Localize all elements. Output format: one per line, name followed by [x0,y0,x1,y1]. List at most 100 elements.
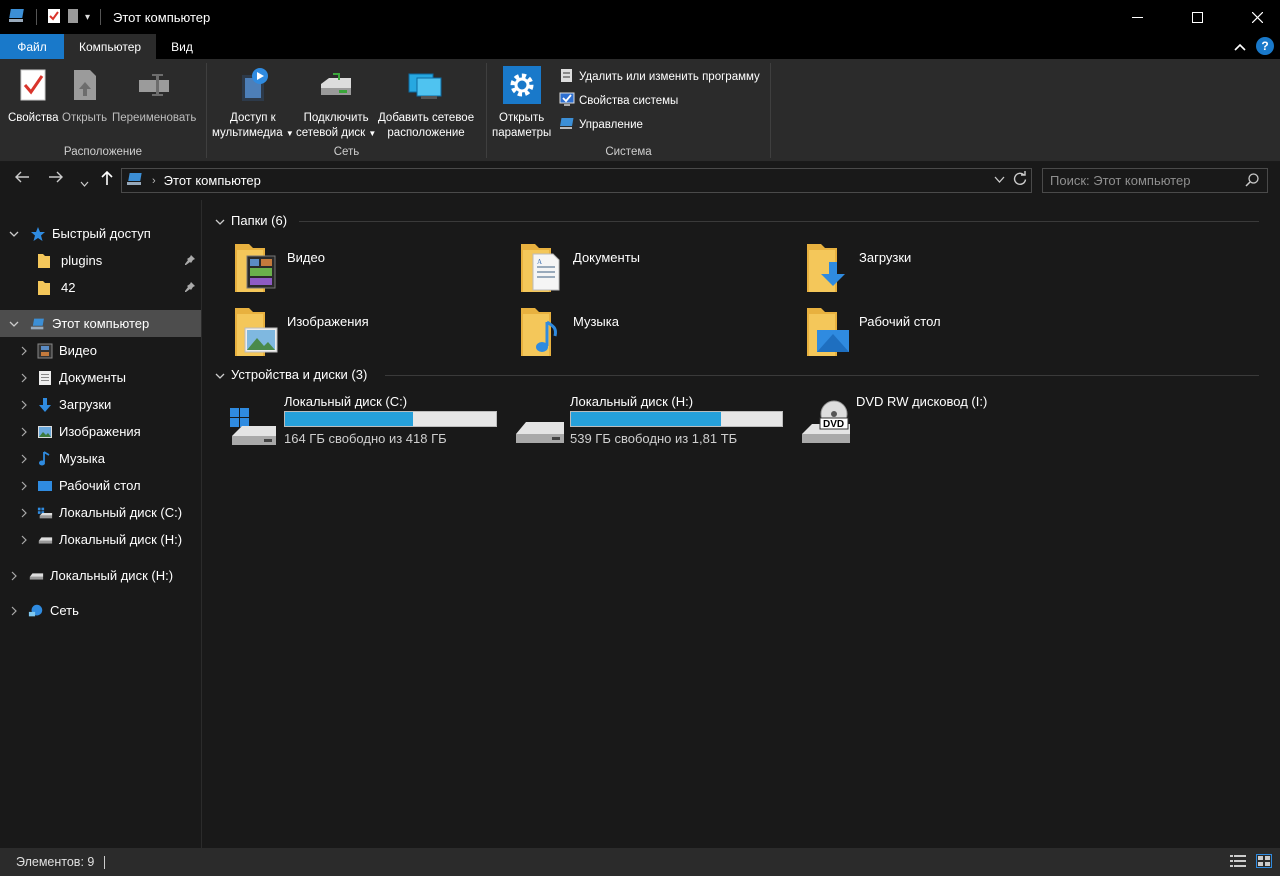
media-access-button[interactable]: Доступ к мультимедиа ▼ [212,65,294,141]
new-folder-icon[interactable] [67,8,79,27]
sidebar-item-drive-h[interactable]: Локальный диск (H:) [0,526,201,553]
folder-tile-pictures[interactable]: Изображения [231,304,369,360]
chevron-down-icon[interactable] [8,228,20,240]
pin-icon[interactable] [184,254,196,269]
ribbon: Свойства Открыть Переименовать Расположе… [0,59,1280,162]
folder-tile-music[interactable]: Музыка [517,304,619,360]
maximize-button[interactable] [1174,0,1220,34]
tab-view[interactable]: Вид [156,34,208,59]
system-properties-button[interactable]: Свойства системы [559,91,678,110]
uninstall-icon [559,67,575,86]
chevron-right-icon[interactable] [18,399,30,411]
drive-h-icon [37,532,53,548]
drive-tile-c[interactable]: Локальный диск (C:) 164 ГБ свободно из 4… [228,394,497,446]
breadcrumb-separator-icon[interactable]: › [152,175,156,187]
content-pane: Папки (6) Видео A Документы Загрузки Изо… [203,200,1280,848]
details-view-icon[interactable] [1230,854,1246,871]
sidebar-item-quick-access[interactable]: Быстрый доступ [0,220,201,247]
section-devices[interactable]: Устройства и диски (3) [215,367,367,382]
manage-icon [559,115,575,134]
downloads-folder-icon [37,397,53,413]
chevron-down-icon[interactable] [8,318,20,330]
add-network-location-button[interactable]: Добавить сетевое расположение [378,65,474,141]
open-button[interactable]: Открыть [62,65,107,126]
collapse-ribbon-icon[interactable] [1234,39,1246,54]
video-folder-icon [231,240,279,296]
dvd-logo-text: DVD [823,419,844,430]
folder-tile-documents[interactable]: A Документы [517,240,640,296]
folder-tile-video[interactable]: Видео [231,240,325,296]
sidebar-item-documents[interactable]: Документы [0,364,201,391]
chevron-down-icon[interactable] [215,213,225,228]
desktop-folder-icon [803,304,851,360]
section-folders[interactable]: Папки (6) [215,213,287,228]
map-drive-button[interactable]: Подключить сетевой диск ▼ [296,65,376,141]
pictures-folder-icon [37,424,53,440]
properties-button[interactable]: Свойства [8,65,59,126]
help-button[interactable]: ? [1256,37,1274,55]
chevron-right-icon[interactable] [18,372,30,384]
up-button[interactable] [100,170,114,191]
pin-icon[interactable] [184,281,196,296]
search-input[interactable] [1050,173,1240,188]
properties-icon[interactable] [47,8,61,27]
sidebar-item-music[interactable]: Музыка [0,445,201,472]
tab-computer[interactable]: Компьютер [64,34,157,59]
svg-text:A: A [537,258,542,266]
tiles-view-icon[interactable] [1256,854,1272,871]
chevron-down-icon: ▼ [285,129,294,138]
open-settings-button[interactable]: Открыть параметры [492,65,551,141]
chevron-right-icon[interactable] [18,480,30,492]
back-button[interactable] [14,170,30,189]
folder-tile-downloads[interactable]: Загрузки [803,240,911,296]
item-count: Элементов: 9 [16,855,95,869]
chevron-right-icon[interactable] [18,507,30,519]
sidebar-item-removable-drive-h[interactable]: Локальный диск (H:) [0,562,201,589]
sidebar-item-plugins[interactable]: plugins [0,247,201,274]
close-button[interactable] [1234,0,1280,34]
chevron-right-icon[interactable] [18,453,30,465]
music-folder-icon [37,450,53,467]
group-label-network: Сеть [333,146,360,158]
folder-icon [36,280,52,296]
sidebar-item-video[interactable]: Видео [0,337,201,364]
chevron-right-icon[interactable] [8,605,20,617]
manage-button[interactable]: Управление [559,115,643,134]
chevron-right-icon[interactable] [18,534,30,546]
group-label-location: Расположение [63,146,143,158]
address-dropdown-icon[interactable] [994,171,1005,189]
refresh-icon[interactable] [1013,171,1027,189]
drive-tile-dvd[interactable]: DVD DVD RW дисковод (I:) [800,394,987,446]
search-box[interactable] [1042,168,1268,193]
minimize-button[interactable] [1114,0,1160,34]
music-folder-icon [517,304,565,360]
status-bar: Элементов: 9 [0,848,1280,876]
folder-tile-desktop[interactable]: Рабочий стол [803,304,941,360]
drive-c-icon [228,398,282,446]
tab-file[interactable]: Файл [0,34,64,59]
customize-toolbar-icon[interactable]: ▾ [85,12,90,23]
recent-locations-button[interactable] [80,174,89,192]
sidebar-item-this-pc[interactable]: Этот компьютер [0,310,201,337]
drive-h-usage-fill [571,412,721,426]
desktop-folder-icon [37,478,53,494]
sidebar-item-network[interactable]: Сеть [0,597,201,624]
sidebar-item-pictures[interactable]: Изображения [0,418,201,445]
drive-tile-h[interactable]: Локальный диск (H:) 539 ГБ свободно из 1… [514,394,783,446]
chevron-down-icon[interactable] [215,367,225,382]
sidebar-item-downloads[interactable]: Загрузки [0,391,201,418]
address-bar[interactable]: › Этот компьютер [121,168,1032,193]
sidebar-item-42[interactable]: 42 [0,274,201,301]
chevron-right-icon[interactable] [18,426,30,438]
sidebar-item-drive-c[interactable]: Локальный диск (C:) [0,499,201,526]
forward-button[interactable] [48,170,64,189]
uninstall-program-button[interactable]: Удалить или изменить программу [559,67,760,86]
breadcrumb[interactable]: Этот компьютер [164,173,261,188]
sidebar-item-desktop[interactable]: Рабочий стол [0,472,201,499]
chevron-right-icon[interactable] [18,345,30,357]
rename-button[interactable]: Переименовать [112,65,196,126]
search-icon[interactable] [1245,173,1259,190]
video-folder-icon [37,343,53,359]
chevron-right-icon[interactable] [8,570,20,582]
navigation-pane: Быстрый доступ plugins 42 Этот компьютер [0,200,202,848]
